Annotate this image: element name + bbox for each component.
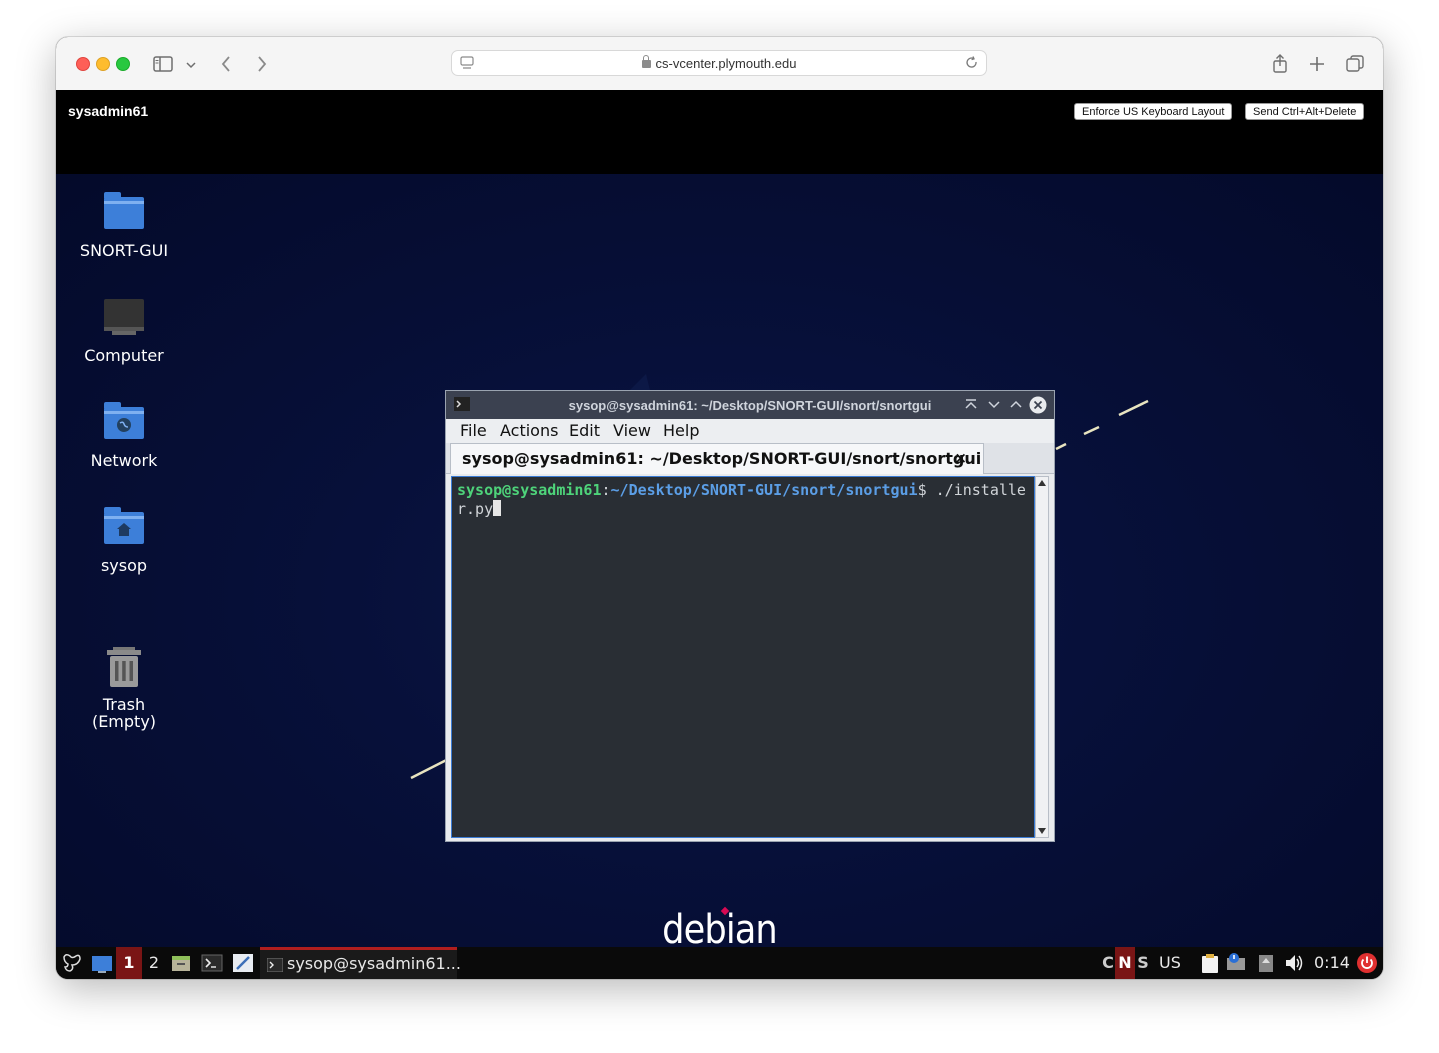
remote-desktop[interactable]: SNORT-GUI Computer Network sysop Trash (… [56,174,1383,947]
terminal-tabbar: sysop@sysadmin61: ~/Desktop/SNORT-GUI/sn… [446,443,1054,474]
terminal-scrollbar[interactable] [1035,476,1049,838]
app-menu-icon[interactable] [60,947,84,979]
minimize-window-button[interactable] [96,57,110,71]
prompt-path: ~/Desktop/SNORT-GUI/snort/snortgui [610,481,918,499]
vm-name: sysadmin61 [68,103,149,119]
close-window-button[interactable] [76,57,90,71]
keep-above-icon[interactable] [964,398,978,412]
tab-overview-icon[interactable] [1344,53,1366,75]
power-icon[interactable] [1356,947,1378,979]
terminal-tab-label: sysop@sysadmin61: ~/Desktop/SNORT-GUI/sn… [462,449,982,468]
prompt-user: sysop@sysadmin61 [457,481,602,499]
workspace-2[interactable]: 2 [142,947,166,979]
forward-icon[interactable] [250,53,272,75]
scroll-up-icon[interactable] [1038,480,1046,486]
scroll-lock-indicator: S [1137,953,1149,972]
desktop-icon-label: SNORT-GUI [79,241,169,260]
volume-icon[interactable] [1283,947,1305,979]
desktop-icon-computer[interactable]: Computer [74,296,174,364]
workspace-1[interactable]: 1 [116,947,142,979]
desktop-icon-label: Trash (Empty) [91,695,157,731]
desktop-icon-trash[interactable]: Trash (Empty) [74,611,174,747]
home-folder-icon [102,506,146,550]
update-notifier-icon[interactable] [1225,947,1249,979]
reload-icon[interactable] [965,56,979,70]
terminal-title: sysop@sysadmin61: ~/Desktop/SNORT-GUI/sn… [568,398,932,413]
keyboard-layout[interactable]: US [1159,947,1181,979]
clipboard-icon[interactable] [1199,947,1221,979]
trash-icon [102,628,146,687]
desktop-icon-sysop[interactable]: sysop [74,506,174,574]
terminal-launcher-icon[interactable] [201,947,223,979]
desktop-icon-label: Computer [84,346,164,365]
menu-file[interactable]: File [460,421,487,440]
removable-drive-icon[interactable] [1256,947,1276,979]
computer-icon [102,296,146,340]
minimize-icon[interactable] [987,398,1001,412]
close-tab-icon[interactable]: × [954,449,967,467]
terminal-window[interactable]: sysop@sysadmin61: ~/Desktop/SNORT-GUI/sn… [445,390,1055,842]
file-manager-icon[interactable] [170,947,192,979]
show-desktop-icon[interactable] [90,947,114,979]
sidebar-icon[interactable] [152,53,174,75]
network-folder-icon [102,401,146,445]
taskbar: 1 2 sysop@sysadmin61... C N S US 0:14 [56,947,1383,979]
send-ctrl-alt-delete-button[interactable]: Send Ctrl+Alt+Delete [1245,103,1365,120]
browser-toolbar: cs-vcenter.plymouth.edu [56,37,1383,91]
clock[interactable]: 0:14 [1314,947,1350,979]
back-icon[interactable] [216,53,238,75]
console-header: sysadmin61 Enforce US Keyboard Layout Se… [56,90,1383,174]
menu-help[interactable]: Help [663,421,699,440]
menu-edit[interactable]: Edit [569,421,600,440]
terminal-tab[interactable]: sysop@sysadmin61: ~/Desktop/SNORT-GUI/sn… [450,443,984,474]
share-icon[interactable] [1269,53,1291,75]
desktop-icon-network[interactable]: Network [74,401,174,469]
zoom-window-button[interactable] [116,57,130,71]
address-bar[interactable]: cs-vcenter.plymouth.edu [451,50,987,76]
terminal-menubar: File Actions Edit View Help [446,419,1054,443]
menu-actions[interactable]: Actions [500,421,558,440]
caps-lock-indicator: C [1102,953,1114,972]
num-lock-indicator: N [1115,947,1135,979]
text-cursor [493,500,502,516]
menu-view[interactable]: View [613,421,651,440]
taskbar-task-label: sysop@sysadmin61... [287,954,461,973]
new-tab-icon[interactable] [1306,53,1328,75]
desktop-icon-label: Network [90,451,158,470]
folder-icon [102,191,146,235]
prompt-separator: : [601,481,611,499]
maximize-icon[interactable] [1009,398,1023,412]
close-icon[interactable] [1029,396,1047,414]
terminal-icon [267,958,283,972]
chevron-down-icon[interactable] [184,53,198,75]
enforce-keyboard-button[interactable]: Enforce US Keyboard Layout [1074,103,1233,120]
lock-icon [641,55,651,68]
scroll-down-icon[interactable] [1038,828,1046,834]
text-editor-icon[interactable] [232,947,254,979]
desktop-icon-label: sysop [100,556,148,575]
browser-window: cs-vcenter.plymouth.edu sysadmin61 Enfor… [56,37,1383,979]
terminal-titlebar[interactable]: sysop@sysadmin61: ~/Desktop/SNORT-GUI/sn… [446,391,1054,419]
debian-logo: debian [662,907,778,947]
desktop-icon-snort-gui[interactable]: SNORT-GUI [74,191,174,259]
terminal-output[interactable]: sysop@sysadmin61:~/Desktop/SNORT-GUI/sno… [451,476,1035,838]
url-text: cs-vcenter.plymouth.edu [655,56,797,71]
taskbar-task-terminal[interactable]: sysop@sysadmin61... [260,947,461,979]
